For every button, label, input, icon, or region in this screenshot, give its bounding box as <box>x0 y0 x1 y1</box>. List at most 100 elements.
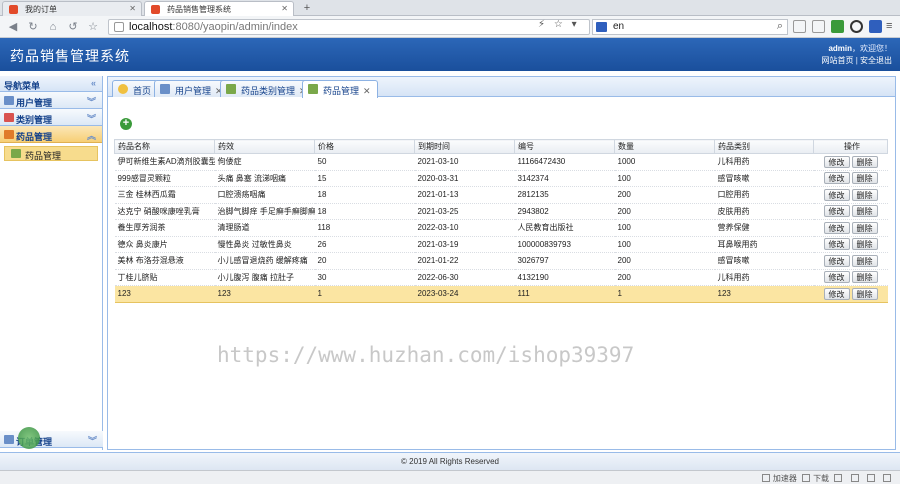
edit-button[interactable]: 修改 <box>823 221 850 234</box>
table-row[interactable]: 达克宁 硝酸咪康唑乳膏 治脚气脚痒 手足癣手癣脚癣 18 2021-03-25 2943… <box>114 203 888 220</box>
sidebar-item-medicines[interactable]: 药品管理 ︽ <box>0 126 102 143</box>
delete-button[interactable]: 删除 <box>851 188 878 201</box>
sidebar-subitem-medicine-manage[interactable]: 药品管理 <box>4 146 98 161</box>
table-cell: 2020-03-31 <box>414 170 515 187</box>
logout-link[interactable]: 安全退出 <box>860 56 892 65</box>
close-tab-icon[interactable]: ✕ <box>363 86 371 96</box>
refresh-icon[interactable]: ↻ <box>26 20 40 34</box>
bookmark-star-icon[interactable]: ☆ <box>86 20 100 34</box>
dropdown-chevron-icon[interactable]: ▾ <box>572 19 577 30</box>
edit-button[interactable]: 修改 <box>823 172 850 185</box>
download-icon[interactable] <box>802 474 811 482</box>
table-cell: 2021-03-10 <box>414 153 515 171</box>
table-cell: 感冒咳嗽 <box>714 170 814 187</box>
expand-icon[interactable]: ︾ <box>87 95 96 108</box>
table-row[interactable]: 伊可新维生素AD滴剂胶囊型 佝偻症 50 2021-03-10 11166472430 1… <box>114 153 888 171</box>
table-cell: 200 <box>614 252 715 270</box>
home-icon[interactable]: ⌂ <box>46 20 60 34</box>
delete-button[interactable]: 删除 <box>851 287 878 300</box>
table-cell: 皮肤用药 <box>714 203 814 220</box>
table-cell: 儿科用药 <box>714 269 814 286</box>
row-actions: 修改 删除 <box>813 186 888 204</box>
close-tab-icon[interactable]: ✕ <box>281 4 288 13</box>
edit-button[interactable]: 修改 <box>823 287 850 300</box>
table-cell: 头痛 鼻塞 流涕咽痛 <box>214 170 315 187</box>
address-bar[interactable]: localhost:8080/yaopin/admin/index <box>108 19 590 35</box>
history-icon[interactable]: ↺ <box>66 20 80 34</box>
table-row[interactable]: 德众 鼻炎康片 慢性鼻炎 过敏性鼻炎 26 2021-03-19 10000083979… <box>114 236 888 253</box>
watermark-text: https://www.huzhan.com/ishop39397 <box>217 343 635 367</box>
table-cell: 佝偻症 <box>214 153 315 171</box>
category-icon <box>4 113 14 122</box>
column-header: 药品名称 <box>114 139 215 154</box>
edit-button[interactable]: 修改 <box>823 254 850 267</box>
favorite-star-icon[interactable]: ☆ <box>554 19 563 30</box>
table-cell: 慢性鼻炎 过敏性鼻炎 <box>214 236 315 253</box>
table-cell: 3026797 <box>514 252 615 270</box>
table-row[interactable]: 丁桂儿脐贴 小儿腹泻 腹痛 拉肚子 30 2022-06-30 4132190 200 儿科… <box>114 269 888 286</box>
row-actions: 修改 删除 <box>813 269 888 286</box>
collapse-sidebar-icon[interactable]: « <box>91 78 96 88</box>
tab-users[interactable]: 用户管理 ✕ <box>154 80 230 97</box>
table-cell: 儿科用药 <box>714 153 814 171</box>
delete-button[interactable]: 删除 <box>851 221 878 234</box>
new-tab-button[interactable]: + <box>296 1 318 16</box>
extension-icon[interactable] <box>831 20 844 33</box>
table-row[interactable]: 美林 布洛芬混悬液 小儿感冒退烧药 缓解疼痛 20 2021-01-22 3026797… <box>114 252 888 270</box>
table-row[interactable]: 999感冒灵颗粒 头痛 鼻塞 流涕咽痛 15 2020-03-31 3142374 100… <box>114 170 888 187</box>
edit-button[interactable]: 修改 <box>823 205 850 218</box>
browser-tab-orders[interactable]: 我的订单 ✕ <box>2 1 142 16</box>
sidebar-item-categories[interactable]: 类别管理 ︾ <box>0 109 102 126</box>
accelerator-icon[interactable] <box>761 474 770 482</box>
table-row[interactable]: 123 123 1 2023-03-24 111 1 123 修改 删除 <box>114 285 888 303</box>
grid-icon[interactable] <box>793 20 806 33</box>
table-cell: 小儿腹泻 腹痛 拉肚子 <box>214 269 315 286</box>
table-cell: 小儿感冒退烧药 缓解疼痛 <box>214 252 315 270</box>
settings-icon[interactable] <box>869 20 882 33</box>
delete-button[interactable]: 删除 <box>851 254 878 267</box>
tab-home[interactable]: 首页 <box>112 80 159 97</box>
table-cell: 50 <box>314 153 415 171</box>
tab-categories[interactable]: 药品类别管理✕ <box>220 80 314 97</box>
collapse-icon[interactable]: ︽ <box>87 129 96 142</box>
sidebar-icon[interactable] <box>812 20 825 33</box>
mouse-gesture-icon[interactable] <box>850 20 863 33</box>
zoom-in-icon[interactable] <box>834 474 843 482</box>
edit-button[interactable]: 修改 <box>823 271 850 284</box>
delete-button[interactable]: 删除 <box>851 271 878 284</box>
screenshot-icon[interactable] <box>850 474 859 482</box>
table-row[interactable]: 養生厚芳润茶 清理肠道 118 2022-03-10 人民教育出版社 100 营养保健 修改删… <box>114 219 888 237</box>
search-icon[interactable]: ⌕ <box>777 20 783 33</box>
table-cell: 123 <box>214 285 315 303</box>
table-cell: 20 <box>314 252 415 270</box>
edit-button[interactable]: 修改 <box>823 155 850 168</box>
edit-button[interactable]: 修改 <box>823 238 850 251</box>
lightning-icon[interactable]: ⚡ <box>538 19 545 30</box>
delete-button[interactable]: 删除 <box>851 155 878 168</box>
expand-icon[interactable]: ︾ <box>88 434 97 447</box>
search-engine-icon[interactable] <box>596 22 607 32</box>
delete-button[interactable]: 删除 <box>851 172 878 185</box>
column-header: 数量 <box>614 139 715 154</box>
tools-icon[interactable] <box>883 474 891 482</box>
delete-button[interactable]: 删除 <box>851 238 878 251</box>
user-info: admin，欢迎您！ 网站首页 | 安全退出 <box>821 44 892 65</box>
expand-icon[interactable]: ︾ <box>87 112 96 125</box>
browser-tab-admin[interactable]: 药品销售管理系统 ✕ <box>144 1 294 16</box>
back-icon[interactable]: ◀ <box>6 20 20 34</box>
menu-icon[interactable]: ≡ <box>886 20 899 33</box>
close-tab-icon[interactable]: ✕ <box>129 4 136 13</box>
tab-medicines[interactable]: 药品管理 ✕ <box>302 80 378 98</box>
add-medicine-icon[interactable]: + <box>120 118 132 130</box>
search-input[interactable]: en <box>613 21 624 32</box>
sidebar-item-orders[interactable]: 订单管理 ︾ <box>0 431 103 448</box>
sidebar-item-users[interactable]: 用户管理 ︾ <box>0 92 102 109</box>
home-link[interactable]: 网站首页 <box>821 56 853 65</box>
page-favicon-icon <box>9 5 18 14</box>
table-cell: 耳鼻喉用药 <box>714 236 814 253</box>
search-box[interactable]: en ⌕ <box>592 19 788 35</box>
delete-button[interactable]: 删除 <box>851 205 878 218</box>
edit-button[interactable]: 修改 <box>823 188 850 201</box>
sound-icon[interactable] <box>866 474 875 482</box>
table-row[interactable]: 三金 桂林西瓜霜 口腔溃疡咽痛 18 2021-01-13 2812135 200 口腔用药… <box>114 186 888 204</box>
